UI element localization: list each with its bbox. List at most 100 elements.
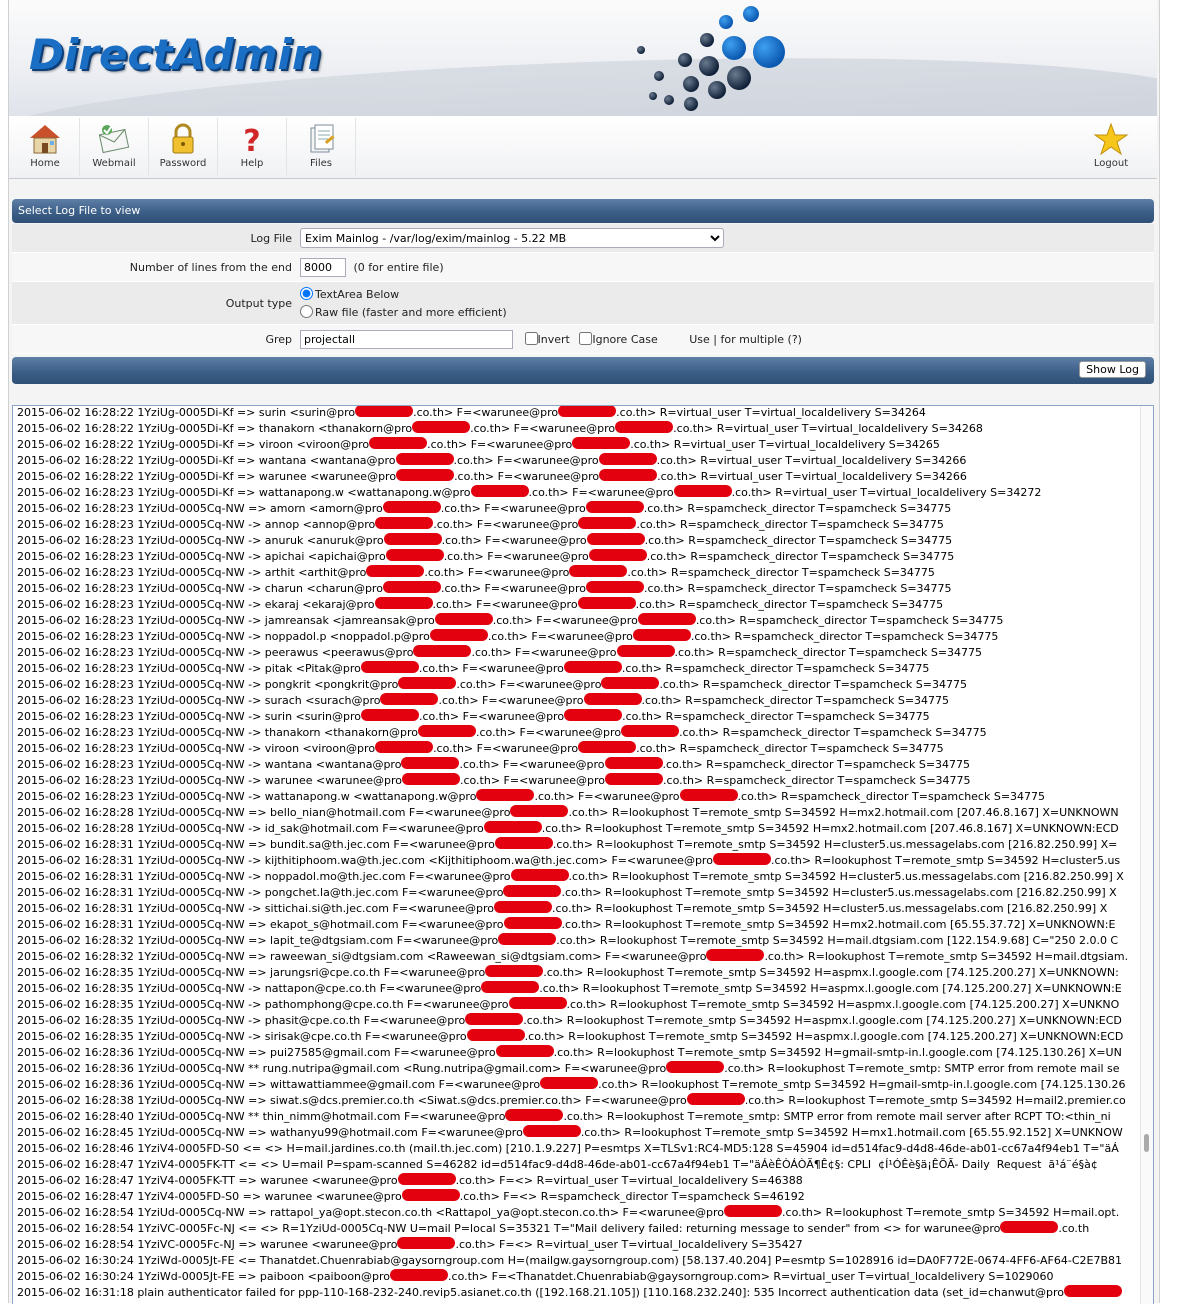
invert-checkbox[interactable]	[524, 332, 538, 345]
log-text: 2015-06-02 16:28:54 1YziVC-0005Fc-NJ => …	[17, 1238, 398, 1251]
grep-hint[interactable]: Use | for multiple (?)	[689, 333, 802, 346]
log-text: .co.th> R=spamcheck_director T=spamcheck…	[663, 774, 971, 787]
redaction-mark	[366, 565, 425, 577]
log-text: .co.th> R=spamcheck_director T=spamcheck…	[659, 678, 967, 691]
log-line: 2015-06-02 16:30:24 1YziWd-0005Jt-FE <= …	[17, 1253, 1139, 1269]
redaction-mark	[666, 1061, 725, 1073]
log-text: .co.th> R=lookuphost T=remote_smtp S=345…	[568, 870, 1124, 883]
redaction-mark	[369, 437, 428, 449]
log-text: .co.th> R=lookuphost T=remote_smtp S=345…	[552, 902, 1108, 915]
raw-radio-label: Raw file (faster and more efficient)	[315, 306, 507, 319]
log-text: .co.th> F=<warunee@pro	[456, 678, 602, 691]
redaction-mark	[505, 1109, 564, 1121]
log-text: .co.th> R=spamcheck_director T=spamcheck…	[662, 758, 971, 771]
log-text: .co.th> F=<warunee@pro	[454, 470, 600, 483]
redaction-mark	[485, 965, 544, 977]
logout-button[interactable]: Logout	[1077, 118, 1145, 176]
log-text: .co.th> F=<warunee@pro	[534, 790, 680, 803]
log-line: 2015-06-02 16:28:28 1YziUd-0005Cq-NW => …	[17, 805, 1139, 821]
redaction-mark	[583, 693, 642, 705]
log-line: 2015-06-02 16:28:38 1YziUd-0005Cq-NW => …	[17, 1093, 1139, 1109]
webmail-button[interactable]: Webmail	[80, 118, 149, 176]
log-line: 2015-06-02 16:28:32 1YziUd-0005Cq-NW => …	[17, 949, 1139, 965]
log-text: 2015-06-02 16:28:35 1YziUd-0005Cq-NW -> …	[17, 1014, 466, 1027]
log-text: 2015-06-02 16:28:22 1YziUg-0005Di-Kf => …	[17, 470, 397, 483]
log-text: 2015-06-02 16:28:47 1YziV4-0005FK-TT <= …	[17, 1158, 1098, 1171]
output-type-label: Output type	[225, 297, 292, 310]
log-text: 2015-06-02 16:28:23 1YziUd-0005Cq-NW -> …	[17, 534, 384, 547]
log-text: .co.th> R=lookuphost T=remote_smtp S=345…	[539, 982, 1122, 995]
log-text: 2015-06-02 16:28:23 1YziUg-0005Di-Kf => …	[17, 486, 471, 499]
log-text: .co.th> R=virtual_user T=virtual_localde…	[731, 486, 1042, 499]
log-text: 2015-06-02 16:28:23 1YziUd-0005Cq-NW -> …	[17, 598, 375, 611]
log-text: 2015-06-02 16:28:32 1YziUd-0005Cq-NW => …	[17, 950, 707, 963]
log-text: .co.th> F=<warunee@pro	[492, 614, 638, 627]
redaction-mark	[1000, 1221, 1059, 1233]
log-text: 2015-06-02 16:28:23 1YziUd-0005Cq-NW -> …	[17, 758, 402, 771]
question-icon: ?	[243, 124, 260, 156]
redaction-mark	[586, 581, 645, 593]
house-icon	[30, 125, 60, 154]
log-text: 2015-06-02 16:30:24 1YziWd-0005Jt-FE => …	[17, 1270, 391, 1283]
redaction-mark	[396, 469, 455, 481]
log-text: 2015-06-02 16:30:24 1YziWd-0005Jt-FE <= …	[17, 1254, 1123, 1267]
redaction-mark	[673, 485, 732, 497]
log-text: .co.th> R=lookuphost T=remote_smtp S=345…	[552, 838, 1118, 851]
redaction-mark	[465, 1013, 524, 1025]
log-scrollbar-thumb[interactable]	[1144, 1134, 1149, 1152]
log-file-select[interactable]: Exim Mainlog - /var/log/exim/mainlog - 5…	[300, 228, 724, 248]
show-log-button[interactable]: Show Log	[1079, 361, 1146, 378]
log-text: .co.th> R=lookuphost T=remote_smtp S=345…	[566, 998, 1120, 1011]
log-text: 2015-06-02 16:28:47 1YziV4-0005FD-S0 => …	[17, 1190, 402, 1203]
output-option-textarea[interactable]: TextArea Below	[300, 286, 507, 304]
files-label: Files	[310, 158, 332, 169]
log-line: 2015-06-02 16:28:23 1YziUd-0005Cq-NW => …	[17, 501, 1139, 517]
files-button[interactable]: Files	[287, 118, 356, 176]
grep-input[interactable]	[300, 330, 513, 349]
redaction-mark	[585, 501, 644, 513]
log-line: 2015-06-02 16:28:23 1YziUd-0005Cq-NW -> …	[17, 757, 1139, 773]
redaction-mark	[1063, 1285, 1122, 1297]
log-text: 2015-06-02 16:28:23 1YziUd-0005Cq-NW -> …	[17, 710, 361, 723]
lines-input[interactable]	[300, 258, 346, 277]
log-text: 2015-06-02 16:28:23 1YziUd-0005Cq-NW -> …	[17, 630, 430, 643]
files-icon	[310, 124, 335, 153]
log-line: 2015-06-02 16:28:23 1YziUd-0005Cq-NW -> …	[17, 565, 1139, 581]
invert-label: Invert	[537, 333, 570, 346]
log-text: .co.th> R=lookuphost T=remote_smtp S=345…	[782, 1206, 1120, 1219]
log-text: .co.th> F=<warunee@pro	[441, 534, 587, 547]
home-button[interactable]: Home	[11, 118, 80, 176]
log-text: 2015-06-02 16:28:23 1YziUd-0005Cq-NW -> …	[17, 774, 402, 787]
redaction-mark	[510, 869, 569, 881]
log-text: .co.th> R=spamcheck_director T=spamcheck…	[621, 662, 930, 675]
redaction-mark	[495, 1045, 554, 1057]
log-text: .co.th> F=<warunee@pro	[433, 742, 579, 755]
log-text: 2015-06-02 16:28:54 1YziUd-0005Cq-NW => …	[17, 1206, 725, 1219]
log-line: 2015-06-02 16:28:31 1YziUd-0005Cq-NW => …	[17, 917, 1139, 933]
raw-radio[interactable]	[300, 305, 313, 318]
log-textarea[interactable]: 2015-06-02 16:28:22 1YziUg-0005Di-Kf => …	[12, 405, 1154, 1304]
log-line: 2015-06-02 16:28:35 1YziUd-0005Cq-NW -> …	[17, 1013, 1139, 1029]
logo[interactable]: DirectAdmin	[29, 30, 322, 79]
help-button[interactable]: ? Help	[218, 118, 287, 176]
redaction-mark	[588, 549, 647, 561]
password-button[interactable]: Password	[149, 118, 218, 176]
ignore-case-checkbox[interactable]	[579, 332, 593, 345]
output-option-raw[interactable]: Raw file (faster and more efficient)	[300, 304, 507, 322]
redaction-mark	[564, 709, 623, 721]
lines-row: Number of lines from the end (0 for enti…	[12, 253, 1154, 282]
log-text: .co.th> F=<> R=virtual_user T=virtual_lo…	[455, 1174, 803, 1187]
log-text: .co.th> F=<warunee@pro	[459, 774, 606, 787]
log-text: .co.th> R=lookuphost T=remote_smtp S=345…	[598, 1078, 1126, 1091]
log-text: 2015-06-02 16:28:22 1YziUg-0005Di-Kf => …	[17, 438, 370, 451]
home-label: Home	[30, 158, 60, 169]
textarea-radio[interactable]	[300, 287, 313, 300]
log-scrollbar[interactable]	[1140, 406, 1153, 1304]
redaction-mark	[679, 789, 738, 801]
log-line: 2015-06-02 16:28:36 1YziUd-0005Cq-NW => …	[17, 1045, 1139, 1061]
redaction-mark	[577, 597, 636, 609]
grep-row: Grep Invert Ignore Case Use | for multip…	[12, 325, 1154, 354]
log-line: 2015-06-02 16:28:40 1YziUd-0005Cq-NW ** …	[17, 1109, 1139, 1125]
grep-label: Grep	[265, 333, 292, 346]
log-line: 2015-06-02 16:28:23 1YziUd-0005Cq-NW -> …	[17, 533, 1139, 549]
